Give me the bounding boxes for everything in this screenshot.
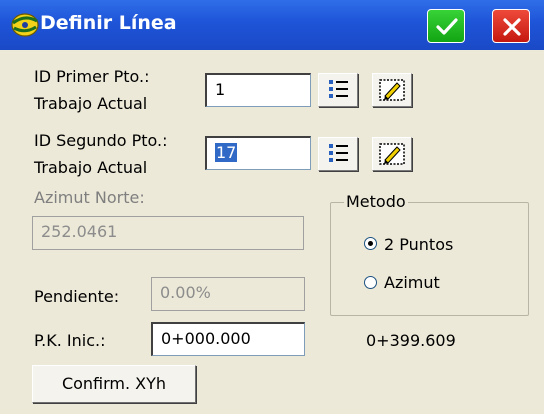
azimuth-label: Azimut Norte: [34,188,145,207]
second-point-map-button[interactable] [372,137,412,171]
app-logo-icon [11,13,39,37]
azimuth-input[interactable]: 252.0461 [32,216,304,250]
close-button[interactable] [492,9,530,43]
checkmark-icon [436,18,458,35]
method-azimuth-label[interactable]: Azimut [384,270,440,295]
first-point-source-label: Trabajo Actual [34,94,148,113]
point-list-icon [329,80,348,98]
map-pick-icon [379,79,405,101]
first-point-label: ID Primer Pto.: [34,67,150,86]
start-station-label: P.K. Inic.: [34,331,106,350]
method-group [330,202,529,316]
slope-input[interactable]: 0.00% [151,277,305,311]
second-point-value: 17 [215,143,238,162]
second-point-label: ID Segundo Pto.: [34,131,168,150]
first-point-list-button[interactable] [318,73,358,107]
first-point-input[interactable]: 1 [205,73,311,107]
close-icon [503,18,521,36]
method-2-points-radio[interactable] [364,237,377,250]
method-2-points-label[interactable]: 2 Puntos [384,232,453,257]
radio-selected-dot [368,241,373,246]
method-group-title: Metodo [344,190,408,214]
second-point-input[interactable]: 17 [205,136,311,170]
title-bar: Definir Línea [0,0,544,50]
ok-button[interactable] [427,9,465,43]
slope-label: Pendiente: [34,287,120,306]
point-list-icon [329,144,348,162]
second-point-list-button[interactable] [318,137,358,171]
confirm-xyh-button[interactable]: Confirm. XYh [32,365,196,403]
second-point-source-label: Trabajo Actual [34,158,148,177]
start-station-input[interactable]: 0+000.000 [151,322,305,356]
end-station-value: 0+399.609 [366,331,456,350]
map-pick-icon [379,143,405,165]
window-title: Definir Línea [40,12,177,34]
method-azimuth-radio[interactable] [364,276,377,289]
first-point-map-button[interactable] [372,73,412,107]
